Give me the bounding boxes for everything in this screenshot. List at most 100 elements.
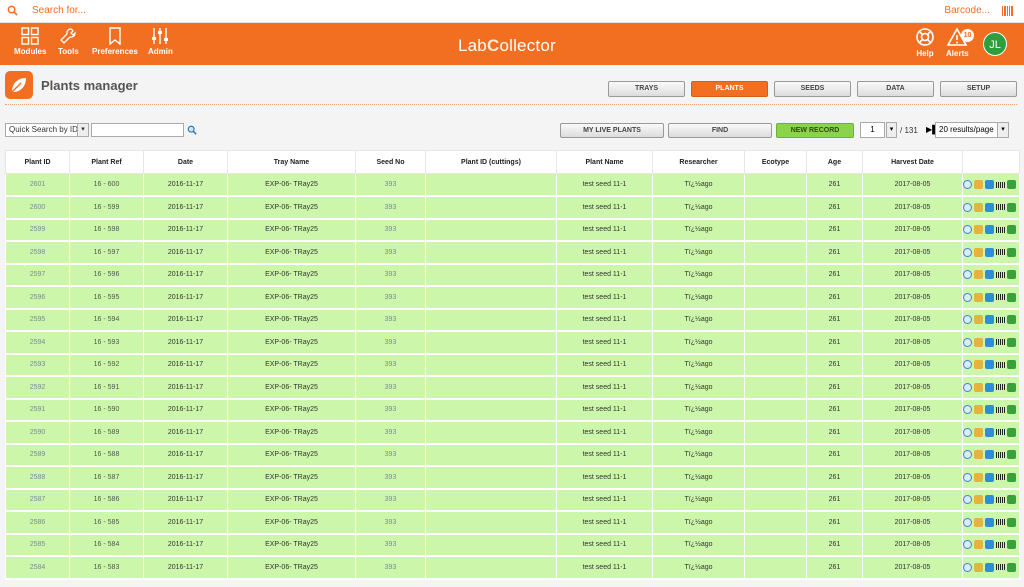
copy-icon[interactable] xyxy=(985,225,994,235)
nav-tools[interactable]: Tools xyxy=(58,27,79,56)
search-icon[interactable] xyxy=(7,5,18,16)
table-cell[interactable]: 393 xyxy=(355,353,426,377)
column-header[interactable]: Seed No xyxy=(355,150,426,174)
copy-icon[interactable] xyxy=(985,202,994,212)
table-cell[interactable]: 2589 xyxy=(5,443,70,467)
table-row[interactable]: 2587 16 - 586 2016-11-17 EXP-06- TRay25 393 t… xyxy=(5,488,1020,512)
copy-icon[interactable] xyxy=(985,292,994,302)
table-cell[interactable]: 2592 xyxy=(5,375,70,400)
view-icon[interactable] xyxy=(963,517,972,527)
table-cell[interactable]: 393 xyxy=(355,218,426,242)
copy-icon[interactable] xyxy=(985,450,994,460)
user-avatar[interactable]: JL xyxy=(983,32,1007,56)
table-cell[interactable]: 2599 xyxy=(5,218,70,242)
table-row[interactable]: 2585 16 - 584 2016-11-17 EXP-06- TRay25 393 t… xyxy=(5,533,1020,557)
table-cell[interactable]: 2588 xyxy=(5,465,70,490)
add-data-icon[interactable] xyxy=(1007,495,1016,505)
table-cell[interactable]: 2601 xyxy=(5,173,70,197)
barcode-icon[interactable] xyxy=(996,519,1005,526)
barcode-icon[interactable] xyxy=(996,204,1005,211)
barcode-icon[interactable] xyxy=(996,226,1005,233)
view-icon[interactable] xyxy=(963,180,972,189)
tab-plants[interactable]: PLANTS xyxy=(691,81,768,97)
table-row[interactable]: 2600 16 - 599 2016-11-17 EXP-06- TRay25 393 t… xyxy=(5,195,1020,220)
delete-icon[interactable]: ✖ xyxy=(1018,360,1019,369)
delete-icon[interactable]: ✖ xyxy=(1018,270,1019,279)
results-per-page-select[interactable]: 20 results/page ▾ xyxy=(935,122,1009,138)
table-cell[interactable]: 2590 xyxy=(5,420,70,445)
barcode-icon[interactable] xyxy=(996,316,1005,323)
barcode-icon[interactable] xyxy=(996,541,1005,548)
delete-icon[interactable]: ✖ xyxy=(1018,293,1019,302)
add-data-icon[interactable] xyxy=(1007,202,1016,212)
view-icon[interactable] xyxy=(963,247,972,257)
view-icon[interactable] xyxy=(963,495,972,505)
add-data-icon[interactable] xyxy=(1007,472,1016,482)
delete-icon[interactable]: ✖ xyxy=(1018,338,1019,347)
copy-icon[interactable] xyxy=(985,315,994,325)
table-cell[interactable]: 16 - 590 xyxy=(69,398,144,422)
table-row[interactable]: 2590 16 - 589 2016-11-17 EXP-06- TRay25 393 t… xyxy=(5,420,1020,445)
table-row[interactable]: 2584 16 - 583 2016-11-17 EXP-06- TRay25 393 t… xyxy=(5,555,1020,580)
table-cell[interactable]: 393 xyxy=(355,533,426,557)
copy-icon[interactable] xyxy=(985,247,994,257)
copy-icon[interactable] xyxy=(985,360,994,370)
add-data-icon[interactable] xyxy=(1007,292,1016,302)
edit-icon[interactable] xyxy=(974,562,983,572)
column-header[interactable]: Plant ID xyxy=(5,150,70,174)
table-cell[interactable]: 393 xyxy=(355,173,426,197)
view-icon[interactable] xyxy=(963,225,972,235)
edit-icon[interactable] xyxy=(974,360,983,370)
edit-icon[interactable] xyxy=(974,292,983,302)
table-cell[interactable]: 16 - 598 xyxy=(69,218,144,242)
copy-icon[interactable] xyxy=(985,562,994,572)
table-row[interactable]: 2591 16 - 590 2016-11-17 EXP-06- TRay25 393 t… xyxy=(5,398,1020,422)
new-record-button[interactable]: NEW RECORD xyxy=(776,123,854,138)
table-cell[interactable]: 393 xyxy=(355,465,426,490)
page-select-chevron-icon[interactable]: ▾ xyxy=(886,122,897,138)
tab-trays[interactable]: TRAYS xyxy=(608,81,685,97)
column-header[interactable]: Plant ID (cuttings) xyxy=(425,150,557,174)
column-header[interactable]: Ecotype xyxy=(744,150,807,174)
my-live-plants-button[interactable]: MY LIVE PLANTS xyxy=(560,123,664,138)
table-cell[interactable]: 16 - 594 xyxy=(69,308,144,332)
table-cell[interactable]: 16 - 599 xyxy=(69,195,144,220)
table-cell[interactable]: 393 xyxy=(355,195,426,220)
table-cell[interactable]: 393 xyxy=(355,555,426,580)
table-cell[interactable]: 2591 xyxy=(5,398,70,422)
edit-icon[interactable] xyxy=(974,427,983,437)
delete-icon[interactable]: ✖ xyxy=(1018,225,1019,234)
barcode-icon[interactable] xyxy=(996,564,1005,571)
view-icon[interactable] xyxy=(963,562,972,572)
barcode-icon[interactable] xyxy=(996,249,1005,256)
column-header[interactable]: Researcher xyxy=(652,150,745,174)
table-cell[interactable]: 16 - 587 xyxy=(69,465,144,490)
table-cell[interactable]: 2595 xyxy=(5,308,70,332)
table-cell[interactable]: 2593 xyxy=(5,353,70,377)
copy-icon[interactable] xyxy=(985,382,994,392)
table-cell[interactable]: 16 - 592 xyxy=(69,353,144,377)
table-cell[interactable]: 16 - 584 xyxy=(69,533,144,557)
table-cell[interactable]: 16 - 593 xyxy=(69,330,144,355)
delete-icon[interactable]: ✖ xyxy=(1018,180,1019,189)
nav-admin[interactable]: Admin xyxy=(148,27,173,56)
table-cell[interactable]: 393 xyxy=(355,375,426,400)
table-cell[interactable]: 16 - 586 xyxy=(69,488,144,512)
table-cell[interactable]: 2596 xyxy=(5,285,70,310)
table-cell[interactable]: 2598 xyxy=(5,240,70,265)
tab-setup[interactable]: SETUP xyxy=(940,81,1017,97)
add-data-icon[interactable] xyxy=(1007,405,1016,415)
table-cell[interactable]: 2600 xyxy=(5,195,70,220)
view-icon[interactable] xyxy=(963,292,972,302)
table-cell[interactable]: 16 - 588 xyxy=(69,443,144,467)
edit-icon[interactable] xyxy=(974,270,983,280)
edit-icon[interactable] xyxy=(974,540,983,550)
copy-icon[interactable] xyxy=(985,270,994,280)
table-row[interactable]: 2595 16 - 594 2016-11-17 EXP-06- TRay25 393 t… xyxy=(5,308,1020,332)
table-row[interactable]: 2588 16 - 587 2016-11-17 EXP-06- TRay25 393 t… xyxy=(5,465,1020,490)
delete-icon[interactable]: ✖ xyxy=(1018,540,1019,549)
copy-icon[interactable] xyxy=(985,180,994,189)
table-cell[interactable]: 393 xyxy=(355,285,426,310)
view-icon[interactable] xyxy=(963,450,972,460)
table-row[interactable]: 2599 16 - 598 2016-11-17 EXP-06- TRay25 393 t… xyxy=(5,218,1020,242)
